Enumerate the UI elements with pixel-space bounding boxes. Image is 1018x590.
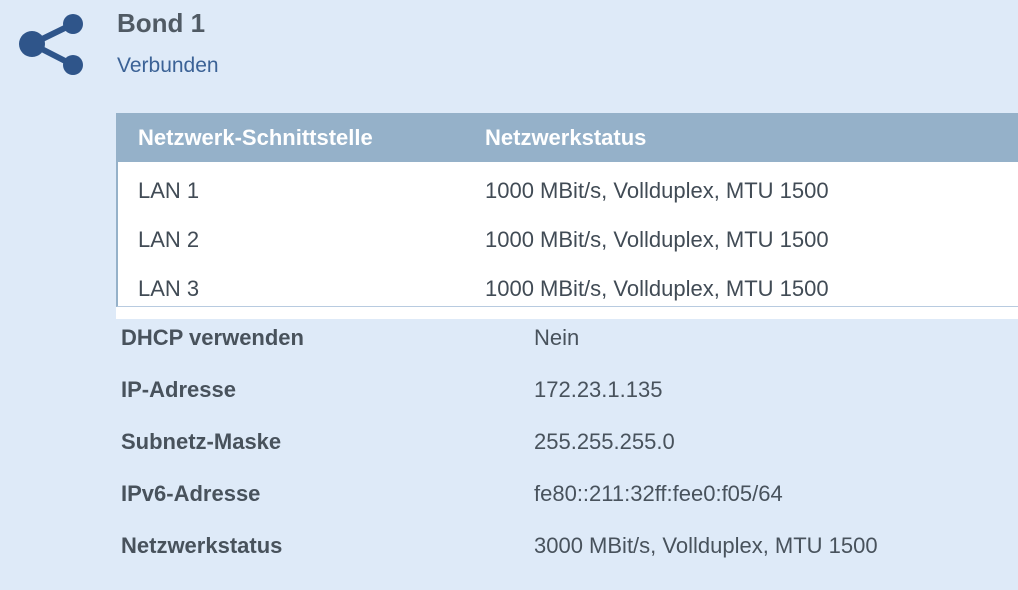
detail-label: IPv6-Adresse xyxy=(121,481,261,506)
share-icon xyxy=(18,14,86,78)
interface-name: LAN 2 xyxy=(138,226,200,252)
detail-value: 172.23.1.135 xyxy=(534,377,663,402)
table-row[interactable]: LAN 3 1000 MBit/s, Vollduplex, MTU 1500 xyxy=(116,264,1018,319)
column-header-interface[interactable]: Netzwerk-Schnittstelle xyxy=(116,113,485,162)
detail-value: Nein xyxy=(534,325,580,350)
interface-status: 1000 MBit/s, Vollduplex, MTU 1500 xyxy=(485,275,829,301)
detail-value: fe80::211:32ff:fee0:f05/64 xyxy=(534,481,783,506)
detail-value: 3000 MBit/s, Vollduplex, MTU 1500 xyxy=(534,533,878,558)
detail-label: DHCP verwenden xyxy=(121,325,304,350)
interface-table: Netzwerk-Schnittstelle Netzwerkstatus LA… xyxy=(116,113,1018,319)
detail-row-subnet: Subnetz-Maske 255.255.255.0 xyxy=(121,416,1018,468)
detail-row-dhcp: DHCP verwenden Nein xyxy=(121,312,1018,364)
bond-status: Verbunden xyxy=(117,54,219,77)
table-row[interactable]: LAN 1 1000 MBit/s, Vollduplex, MTU 1500 xyxy=(116,162,1018,215)
bond-title: Bond 1 xyxy=(117,8,206,38)
interface-name: LAN 1 xyxy=(138,177,200,203)
detail-row-network-status: Netzwerkstatus 3000 MBit/s, Vollduplex, … xyxy=(121,520,1018,572)
detail-label: IP-Adresse xyxy=(121,377,236,402)
table-header-row: Netzwerk-Schnittstelle Netzwerkstatus xyxy=(116,113,1018,162)
details-list: DHCP verwenden Nein IP-Adresse 172.23.1.… xyxy=(121,312,1018,572)
detail-value: 255.255.255.0 xyxy=(534,429,675,454)
interface-name: LAN 3 xyxy=(138,275,200,301)
column-header-status[interactable]: Netzwerkstatus xyxy=(485,113,1018,162)
interface-status: 1000 MBit/s, Vollduplex, MTU 1500 xyxy=(485,226,829,252)
detail-label: Netzwerkstatus xyxy=(121,533,283,558)
detail-row-ipv6: IPv6-Adresse fe80::211:32ff:fee0:f05/64 xyxy=(121,468,1018,520)
detail-label: Subnetz-Maske xyxy=(121,429,282,454)
interface-status: 1000 MBit/s, Vollduplex, MTU 1500 xyxy=(485,177,829,203)
table-row[interactable]: LAN 2 1000 MBit/s, Vollduplex, MTU 1500 xyxy=(116,215,1018,264)
detail-row-ip: IP-Adresse 172.23.1.135 xyxy=(121,364,1018,416)
